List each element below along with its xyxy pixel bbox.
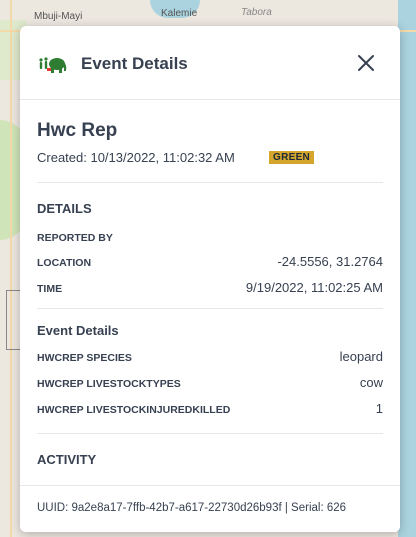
created-timestamp: Created: 10/13/2022, 11:02:32 AM — [37, 150, 235, 165]
close-icon[interactable] — [357, 54, 375, 72]
location-label: LOCATION — [37, 257, 92, 269]
livestock-injured-killed-value: 1 — [375, 401, 383, 416]
panel-header: Event Details — [20, 26, 400, 100]
livestock-injured-killed-label: HWCREP LIVESTOCKINJUREDKILLED — [37, 404, 231, 416]
species-value: leopard — [339, 349, 383, 364]
panel-title: Event Details — [81, 54, 188, 73]
uuid-serial-text: UUID: 9a2e8a17-7ffb-42b7-a617-22730d26b9… — [37, 502, 347, 514]
divider — [37, 308, 383, 309]
elephant-people-icon — [38, 53, 68, 75]
map-lake — [398, 0, 416, 537]
livestock-types-label: HWCREP LIVESTOCKTYPES — [37, 378, 181, 390]
species-label: HWCREP SPECIES — [37, 352, 132, 364]
map-label-region: Tabora — [241, 7, 272, 18]
event-details-section-title: Event Details — [37, 323, 119, 338]
event-title: Hwc Rep — [37, 120, 118, 141]
map-label-city: Mbuji-Mayi — [34, 11, 83, 22]
activity-section-title: ACTIVITY — [37, 452, 97, 467]
location-value: -24.5556, 31.2764 — [277, 254, 383, 269]
divider — [37, 182, 383, 183]
reported-by-label: REPORTED BY — [37, 232, 113, 244]
time-label: TIME — [37, 283, 63, 295]
event-details-panel: Event Details Hwc Rep Created: 10/13/202… — [20, 26, 400, 532]
details-section-title: DETAILS — [37, 201, 92, 216]
map-label-city: Kalemie — [161, 8, 198, 19]
livestock-types-value: cow — [359, 375, 383, 390]
divider — [37, 433, 383, 434]
status-badge: GREEN — [269, 151, 315, 164]
map-road — [10, 0, 12, 537]
panel-footer: UUID: 9a2e8a17-7ffb-42b7-a617-22730d26b9… — [20, 485, 400, 532]
time-value: 9/19/2022, 11:02:25 AM — [245, 280, 383, 295]
